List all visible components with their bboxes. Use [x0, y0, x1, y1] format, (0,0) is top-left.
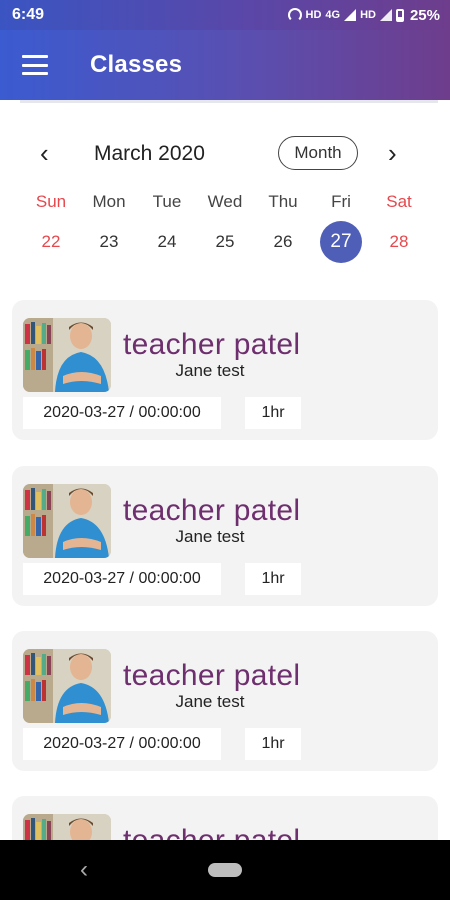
network-type-label: 4G [325, 9, 341, 21]
class-datetime: 2020-03-27 / 00:00:00 [23, 728, 221, 760]
signal-icon [344, 9, 357, 21]
selected-date-label: 27 [320, 221, 362, 263]
hotspot-icon [287, 8, 302, 22]
status-icons: HD 4G HD 25% [287, 6, 440, 24]
class-card[interactable]: teacher patel Jane test 2020-03-27 / 00:… [12, 300, 438, 440]
header-divider [20, 100, 438, 103]
date-row: 22 23 24 25 26 27 28 [22, 220, 428, 264]
class-card[interactable]: teacher patel Jane test 2020-03-27 / 00:… [12, 631, 438, 771]
weekday-label: Tue [152, 192, 182, 211]
class-datetime: 2020-03-27 / 00:00:00 [23, 397, 221, 429]
class-card[interactable]: teacher patel Jane test 2020-03-27 / 00:… [12, 466, 438, 606]
battery-icon [395, 8, 404, 22]
status-time: 6:49 [12, 6, 45, 23]
calendar-header: ‹ March 2020 Month › [0, 130, 450, 176]
teacher-name: teacher patel [123, 659, 301, 692]
hamburger-menu-icon[interactable] [22, 55, 48, 75]
weekday-label: Fri [331, 192, 351, 211]
teacher-name: teacher patel [123, 328, 301, 361]
chevron-right-icon[interactable]: › [388, 138, 397, 168]
weekday-label: Wed [207, 192, 243, 211]
battery-percent: 25% [409, 6, 440, 24]
weekday-label: Thu [268, 192, 298, 211]
date-cell[interactable]: 24 [138, 220, 196, 264]
class-duration: 1hr [245, 728, 301, 760]
student-name: Jane test [175, 692, 245, 711]
date-cell[interactable]: 28 [370, 220, 428, 264]
network-hd-label-2: HD [360, 9, 376, 21]
home-pill-icon[interactable] [208, 863, 242, 877]
weekday-label: Sat [386, 192, 412, 211]
network-hd-label: HD [305, 9, 322, 21]
date-cell[interactable]: 26 [254, 220, 312, 264]
calendar-view-mode-button[interactable]: Month [278, 136, 358, 170]
date-cell[interactable]: 25 [196, 220, 254, 264]
weekday-row: Sun Mon Tue Wed Thu Fri Sat [22, 192, 428, 212]
weekday-label: Mon [92, 192, 126, 211]
signal-icon-2 [379, 9, 392, 21]
date-cell-selected[interactable]: 27 [312, 220, 370, 264]
date-cell[interactable]: 23 [80, 220, 138, 264]
class-datetime: 2020-03-27 / 00:00:00 [23, 563, 221, 595]
student-name: Jane test [175, 361, 245, 380]
weekday-label: Sun [35, 192, 67, 211]
teacher-name: teacher patel [123, 494, 301, 527]
class-duration: 1hr [245, 563, 301, 595]
status-bar: 6:49 HD 4G HD 25% [0, 0, 450, 30]
student-name: Jane test [175, 527, 245, 546]
chevron-left-icon[interactable]: ‹ [40, 138, 49, 168]
system-nav-bar: ‹ [0, 840, 450, 900]
date-cell[interactable]: 22 [22, 220, 80, 264]
app-bar: Classes [0, 30, 450, 100]
back-icon[interactable]: ‹ [80, 856, 88, 884]
page-title: Classes [90, 51, 183, 78]
class-duration: 1hr [245, 397, 301, 429]
calendar-month-label: March 2020 [94, 142, 205, 165]
